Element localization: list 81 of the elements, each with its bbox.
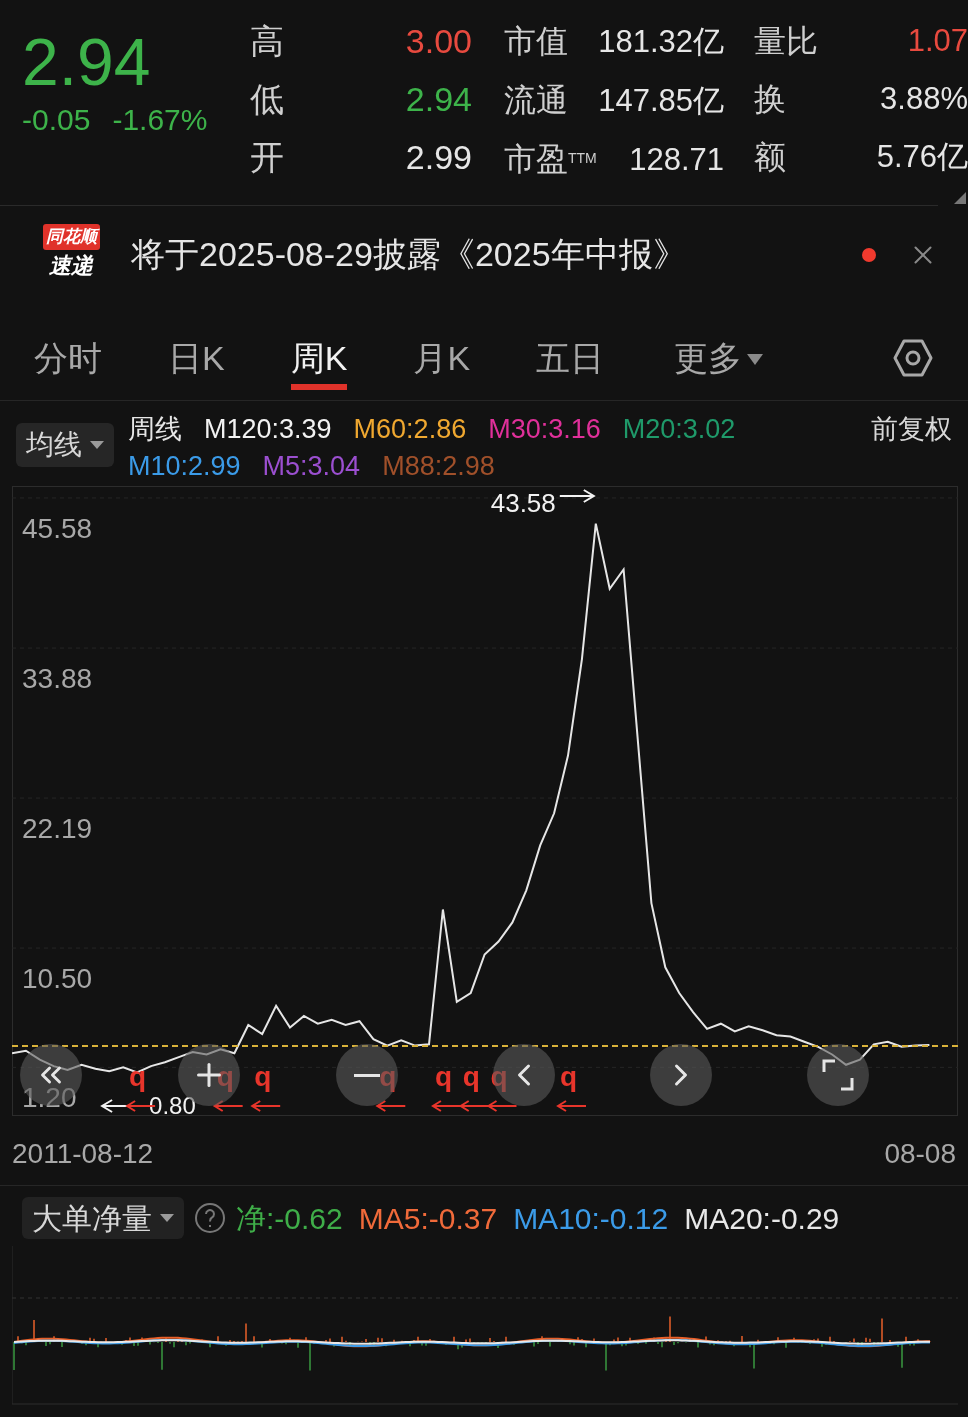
shrink-icon <box>821 1058 855 1092</box>
signal-marker: q <box>434 1061 452 1092</box>
caret-icon <box>90 440 104 450</box>
indicator-dropdown[interactable]: 均线 <box>16 423 114 467</box>
arrow-icon <box>375 1100 407 1112</box>
fullscreen-button[interactable] <box>807 1044 869 1106</box>
next-button[interactable] <box>650 1044 712 1106</box>
flow-value: MA5:-0.37 <box>358 1200 498 1237</box>
axis-label: 22.19 <box>22 813 93 845</box>
indicator-dropdown[interactable]: 大单净量 <box>22 1197 184 1239</box>
stat-value: 3.00 <box>405 21 472 62</box>
stat-label: 低 <box>250 79 284 120</box>
more-tab[interactable]: 更多 <box>674 325 765 390</box>
average-value: M60:2.86 <box>353 413 467 446</box>
chart-tab[interactable]: 月K <box>413 325 471 390</box>
stat-label: 高 <box>250 21 284 62</box>
date-label: 08-08 <box>884 1137 956 1171</box>
chart-tab[interactable]: 五日 <box>536 325 605 390</box>
arrow-icon <box>558 489 596 503</box>
average-value: M5:3.04 <box>262 450 361 483</box>
average-value: M20:3.02 <box>622 413 736 446</box>
percent-change: -1.67% <box>112 102 208 138</box>
previous-button[interactable] <box>493 1044 555 1106</box>
signal-marker: q <box>379 1061 397 1092</box>
average-value: M120:3.39 <box>204 413 332 446</box>
metric-value: 128.71 <box>629 141 724 179</box>
metric-label: 市值 <box>504 22 568 61</box>
arrow-icon <box>486 1100 518 1112</box>
zoom-out-button[interactable] <box>336 1044 398 1106</box>
signal-marker: q <box>560 1061 578 1092</box>
minus-icon <box>354 1073 380 1077</box>
logo-text: 速递 <box>49 251 93 280</box>
date-label: 2011-08-12 <box>12 1137 154 1171</box>
price-change: -0.05 <box>22 102 91 138</box>
last-price: 2.94 <box>22 28 152 96</box>
max-label: 43.58 <box>490 488 556 518</box>
signal-marker: q <box>462 1061 480 1092</box>
arrow-icon <box>556 1100 587 1112</box>
chart-tab[interactable]: 分时 <box>34 325 102 390</box>
average-value: M10:2.99 <box>128 450 241 483</box>
chart-tab[interactable]: 日K <box>168 325 225 390</box>
metric-value: 147.85亿 <box>598 82 724 120</box>
axis-label: 1.20 <box>22 1082 77 1114</box>
metric-value: 181.32亿 <box>598 23 724 61</box>
ratio-label: 量比 <box>754 22 818 61</box>
metric-label: 市盈$^{TTM}$ <box>504 140 597 179</box>
flow-value: MA10:-0.12 <box>513 1200 669 1237</box>
signal-marker: q <box>254 1061 272 1092</box>
chart-tab[interactable]: 周K <box>290 325 348 390</box>
arrow-icon <box>212 1100 244 1112</box>
average-value: M88:2.98 <box>382 450 495 483</box>
corner-icon <box>954 192 966 204</box>
arrow-icon <box>250 1100 282 1112</box>
axis-label: 45.58 <box>22 512 93 544</box>
scroll-start-button[interactable] <box>20 1044 82 1106</box>
flow-value: MA20:-0.29 <box>684 1200 840 1237</box>
arrow-icon <box>458 1100 490 1112</box>
metric-label: 流通 <box>504 81 568 120</box>
ratio-value: 3.88% <box>880 80 968 118</box>
adjust-button[interactable]: 前复权 <box>871 411 952 447</box>
series-name: 周线 <box>128 413 182 446</box>
stat-label: 开 <box>250 137 284 178</box>
stat-value: 2.99 <box>405 137 472 178</box>
average-value: M30:3.16 <box>488 413 601 446</box>
axis-label: 33.88 <box>22 663 93 695</box>
ratio-value: 5.76亿 <box>876 138 968 176</box>
ratio-value: 1.07 <box>907 22 968 60</box>
ratio-label: 换 <box>754 80 786 119</box>
signal-marker: q <box>490 1061 508 1092</box>
stat-value: 2.94 <box>405 79 472 120</box>
caret-icon <box>160 1213 174 1223</box>
axis-label: 10.50 <box>22 963 93 995</box>
min-label: 0.80 <box>149 1092 196 1116</box>
arrow-icon <box>431 1100 462 1112</box>
notice-message[interactable]: 将于2025-08-29披露《2025年中报》 <box>131 229 862 280</box>
logo-text: 同花顺 <box>42 223 100 250</box>
ratio-label: 额 <box>754 138 786 177</box>
signal-marker: q <box>216 1061 234 1092</box>
help-icon[interactable] <box>194 1202 226 1234</box>
flow-value: 净:-0.62 <box>236 1200 343 1237</box>
caret-icon <box>746 351 765 366</box>
